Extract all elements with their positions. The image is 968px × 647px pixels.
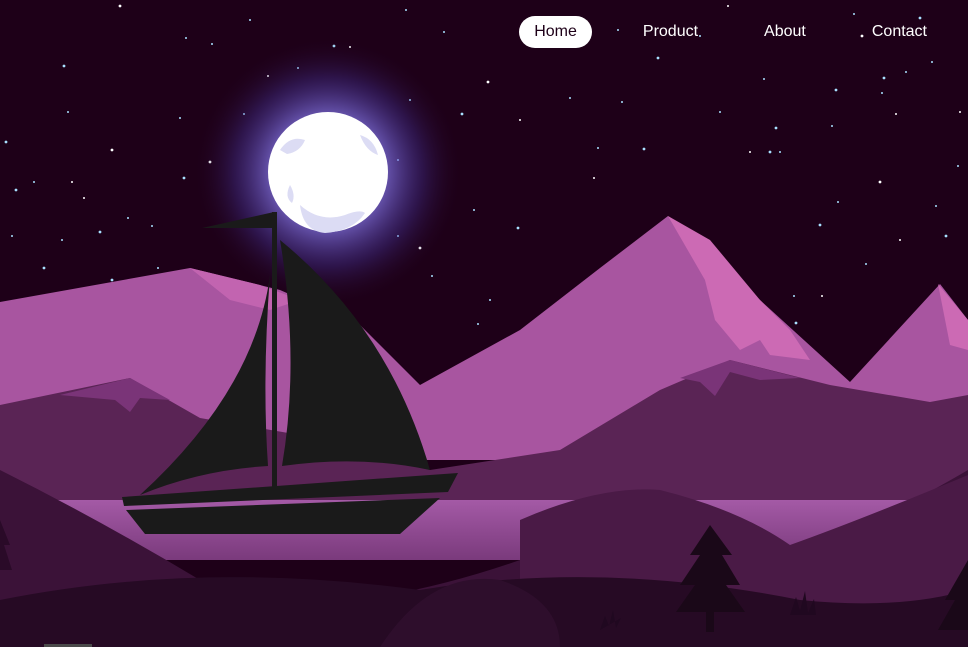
- star: [67, 111, 69, 113]
- star: [831, 125, 833, 127]
- star: [793, 295, 795, 297]
- star: [110, 148, 114, 152]
- star: [881, 92, 883, 94]
- hero-scene: Home Product About Contact: [0, 0, 968, 647]
- star: [127, 217, 129, 219]
- star: [959, 111, 961, 113]
- star: [431, 275, 433, 277]
- star: [837, 201, 839, 203]
- star: [642, 147, 646, 151]
- star: [61, 239, 63, 241]
- star: [656, 56, 660, 60]
- star: [957, 165, 959, 167]
- nav-home-link[interactable]: Home: [519, 16, 592, 48]
- star: [151, 225, 153, 227]
- star: [249, 19, 251, 21]
- star: [473, 209, 475, 211]
- star: [882, 76, 886, 80]
- star: [569, 97, 571, 99]
- star: [211, 43, 213, 45]
- star: [98, 230, 102, 234]
- star: [62, 64, 66, 68]
- star: [821, 295, 823, 297]
- star: [489, 299, 491, 301]
- star: [4, 140, 8, 144]
- star: [905, 71, 907, 73]
- star: [779, 151, 781, 153]
- star: [42, 266, 46, 270]
- nav-contact-link[interactable]: Contact: [857, 16, 942, 48]
- star: [443, 31, 445, 33]
- star: [899, 239, 901, 241]
- star: [763, 78, 765, 80]
- nav-product-link[interactable]: Product: [628, 16, 713, 48]
- star: [460, 112, 464, 116]
- star: [774, 126, 778, 130]
- star: [818, 223, 822, 227]
- star: [83, 197, 85, 199]
- star: [405, 9, 407, 11]
- star: [768, 150, 772, 154]
- star: [935, 205, 937, 207]
- star: [118, 4, 122, 8]
- star: [486, 80, 490, 84]
- star: [182, 176, 186, 180]
- star: [110, 278, 114, 282]
- star: [516, 226, 520, 230]
- main-navigation: Home Product About Contact: [519, 16, 942, 48]
- star: [749, 151, 751, 153]
- star: [593, 177, 595, 179]
- star: [719, 111, 721, 113]
- star: [931, 61, 933, 63]
- night-landscape-illustration: [0, 0, 968, 647]
- star: [944, 234, 948, 238]
- star: [33, 181, 35, 183]
- star: [621, 101, 623, 103]
- star: [794, 321, 798, 325]
- star: [71, 181, 73, 183]
- star: [597, 147, 599, 149]
- star: [834, 88, 838, 92]
- star: [185, 37, 187, 39]
- star: [14, 188, 18, 192]
- star: [895, 113, 897, 115]
- star: [179, 117, 181, 119]
- star: [727, 5, 729, 7]
- star: [157, 267, 159, 269]
- nav-about-link[interactable]: About: [749, 16, 821, 48]
- star: [477, 323, 479, 325]
- star: [865, 263, 867, 265]
- star: [11, 235, 13, 237]
- star: [878, 180, 882, 184]
- star: [519, 119, 521, 121]
- star: [853, 13, 855, 15]
